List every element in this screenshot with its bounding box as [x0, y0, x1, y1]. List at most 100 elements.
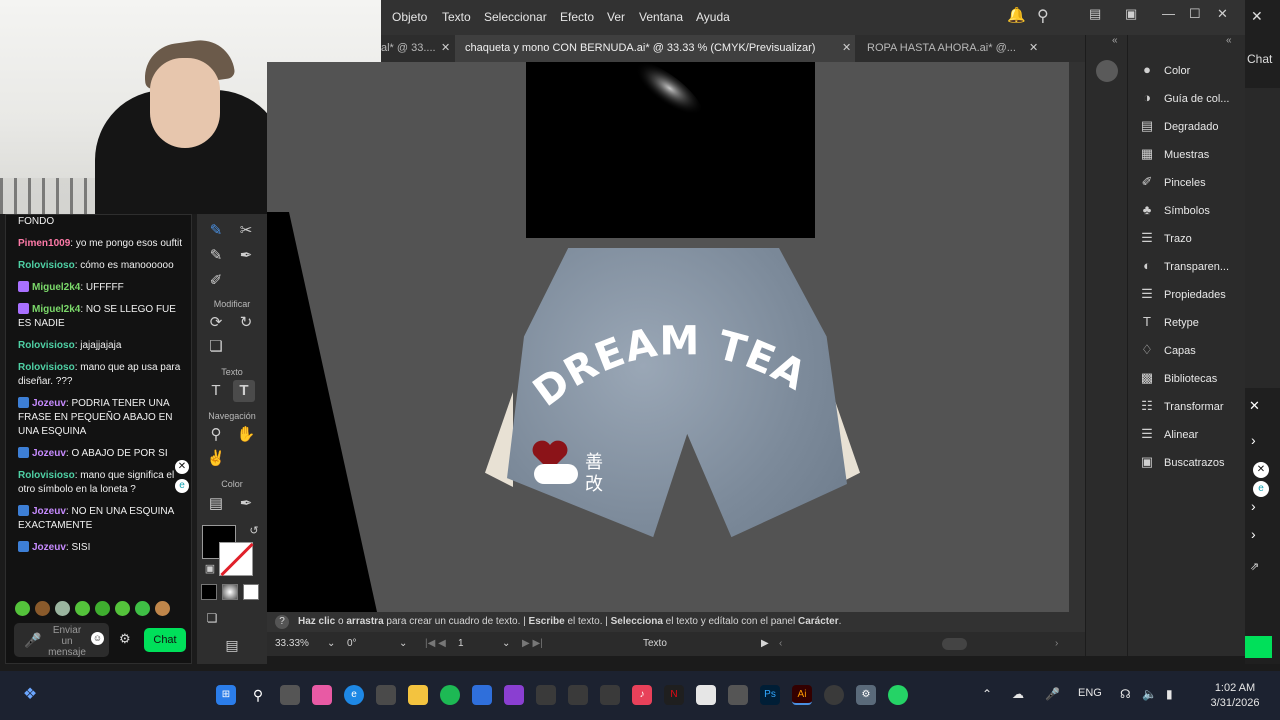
netflix-icon[interactable]: N: [664, 685, 684, 705]
microphone-icon[interactable]: 🎤: [24, 632, 41, 649]
whatsapp-icon[interactable]: [888, 685, 908, 705]
settings-app-icon[interactable]: ⚙: [856, 685, 876, 705]
menu-seleccionar[interactable]: Seleccionar: [484, 10, 547, 24]
emote-icon[interactable]: [15, 601, 30, 616]
tab-close-icon[interactable]: ✕: [441, 35, 450, 62]
brush-icon[interactable]: ✎: [205, 245, 227, 267]
close-circle-icon[interactable]: ✕: [1253, 462, 1269, 478]
media-app-icon[interactable]: [728, 685, 748, 705]
panel-stroke[interactable]: ☰ Trazo: [1138, 228, 1192, 248]
tab-close-icon[interactable]: ✕: [1029, 35, 1038, 62]
panel-pathfinder[interactable]: ▣ Buscatrazos: [1138, 452, 1225, 472]
artboard-number[interactable]: 1: [458, 636, 464, 652]
scissors-icon[interactable]: ✂: [235, 220, 257, 242]
panel-symbols[interactable]: ♣ Símbolos: [1138, 200, 1210, 220]
chevron-left-icon[interactable]: ‹: [779, 636, 782, 652]
panel-align[interactable]: ☰ Alinear: [1138, 424, 1198, 444]
arrange-documents-icon[interactable]: ▣: [1125, 6, 1137, 22]
last-artboard-icon[interactable]: ▶ ▶|: [522, 636, 543, 652]
panel-retype[interactable]: T Retype: [1138, 312, 1199, 332]
chat-input[interactable]: 🎤 Enviar un mensaje ☺: [14, 623, 109, 658]
pencil-icon[interactable]: ✎: [205, 220, 227, 242]
extension-e-icon[interactable]: e: [175, 479, 189, 493]
color-mode-icon[interactable]: [201, 584, 217, 600]
chevron-right-icon[interactable]: ›: [1251, 432, 1256, 448]
chevron-right-icon[interactable]: ›: [1055, 636, 1058, 652]
menu-objeto[interactable]: Objeto: [392, 10, 427, 24]
obs-icon[interactable]: [824, 685, 844, 705]
chat-username[interactable]: Rolovisioso: [18, 362, 75, 373]
panel-transform[interactable]: ☷ Transformar: [1138, 396, 1223, 416]
chat-username[interactable]: Jozeuv: [32, 542, 66, 553]
panel-properties[interactable]: ☰ Propiedades: [1138, 284, 1226, 304]
draw-mode-icon[interactable]: ❏: [201, 607, 223, 629]
copilot-icon[interactable]: [312, 685, 332, 705]
gradient-tool-icon[interactable]: ▤: [205, 493, 227, 515]
emote-icon[interactable]: [155, 601, 170, 616]
blob-brush-icon[interactable]: ✐: [205, 270, 227, 292]
emote-icon[interactable]: [75, 601, 90, 616]
gear-icon[interactable]: ⚙: [119, 631, 131, 647]
calculator-icon[interactable]: [696, 685, 716, 705]
panel-color-guide[interactable]: ◑ Guía de col...: [1138, 88, 1229, 108]
type-tool-icon[interactable]: T: [233, 380, 255, 402]
chat-username[interactable]: Miguel2k4: [32, 304, 80, 315]
extension-e-icon[interactable]: e: [1253, 481, 1269, 497]
tab-document-2[interactable]: chaqueta y mono CON BERNUDA.ai* @ 33.33 …: [455, 35, 855, 62]
pen-icon[interactable]: ✒: [235, 245, 257, 267]
twitch-app-icon[interactable]: [504, 685, 524, 705]
emote-icon[interactable]: [55, 601, 70, 616]
screen-mode-icon[interactable]: ▤: [221, 634, 243, 656]
photoshop-icon[interactable]: Ps: [760, 685, 780, 705]
chat-send-button[interactable]: Chat: [144, 628, 186, 652]
expand-icon[interactable]: ⇗: [1250, 560, 1259, 573]
emote-icon[interactable]: [135, 601, 150, 616]
panel-transparency[interactable]: ◐ Transparen...: [1138, 256, 1229, 276]
panel-gradient[interactable]: ▤ Degradado: [1138, 116, 1219, 136]
tab-document-1[interactable]: al* @ 33....: [381, 35, 436, 62]
shape-builder-icon[interactable]: ❏: [205, 336, 227, 358]
clock[interactable]: 1:02 AM 3/31/2026: [1200, 681, 1270, 711]
first-artboard-icon[interactable]: |◀ ◀: [425, 636, 446, 652]
menu-efecto[interactable]: Efecto: [560, 10, 594, 24]
defender-icon[interactable]: [472, 685, 492, 705]
chat-username[interactable]: Jozeuv: [32, 506, 66, 517]
swap-colors-icon[interactable]: ↺: [243, 520, 265, 542]
background-green-button[interactable]: [1245, 636, 1272, 658]
canvas-vertical-scrollbar[interactable]: [1069, 62, 1085, 632]
chat-username[interactable]: Miguel2k4: [32, 282, 80, 293]
appearance-panel-icon[interactable]: [1096, 60, 1118, 82]
file-explorer-icon[interactable]: [408, 685, 428, 705]
close-icon[interactable]: ✕: [1249, 398, 1260, 414]
microphone-icon[interactable]: 🎤: [1045, 687, 1060, 701]
stream-app-icon[interactable]: [600, 685, 620, 705]
panel-color[interactable]: ● Color: [1138, 60, 1190, 80]
chevron-up-icon[interactable]: ⌃: [982, 687, 992, 701]
collapse-panels-icon[interactable]: «: [1112, 35, 1118, 46]
none-mode-icon[interactable]: [243, 584, 259, 600]
search-icon[interactable]: ⚲: [248, 685, 268, 705]
panel-brushes[interactable]: ✐ Pinceles: [1138, 172, 1206, 192]
chat-username[interactable]: Rolovisioso: [18, 470, 75, 481]
emoji-icon[interactable]: ☺: [91, 632, 104, 645]
chat-username[interactable]: Rolovisioso: [18, 260, 75, 271]
shorts-artwork[interactable]: DREAM TEAM 善 改: [482, 242, 877, 552]
capture-app-icon[interactable]: [536, 685, 556, 705]
music-app-icon[interactable]: ♪: [632, 685, 652, 705]
store-icon[interactable]: [376, 685, 396, 705]
hand-icon[interactable]: ✋: [235, 424, 257, 446]
eyedropper-icon[interactable]: ✒: [235, 493, 257, 515]
panel-layers[interactable]: ♢ Capas: [1138, 340, 1196, 360]
menu-texto[interactable]: Texto: [442, 10, 471, 24]
cloud-icon[interactable]: ☁: [1012, 687, 1024, 701]
dream-team-text[interactable]: DREAM TEAM: [522, 322, 822, 422]
chat-username[interactable]: Rolovisioso: [18, 340, 75, 351]
wifi-icon[interactable]: ☊: [1120, 687, 1131, 701]
gradient-mode-icon[interactable]: [222, 584, 238, 600]
minimize-icon[interactable]: —: [1162, 6, 1175, 21]
rotation-value[interactable]: 0°: [347, 636, 357, 652]
type-on-path-icon[interactable]: T: [205, 380, 227, 402]
status-arrow-icon[interactable]: ▶: [761, 636, 769, 652]
horizontal-scroll-thumb[interactable]: [942, 638, 967, 650]
default-colors-icon[interactable]: ▣: [199, 558, 221, 580]
